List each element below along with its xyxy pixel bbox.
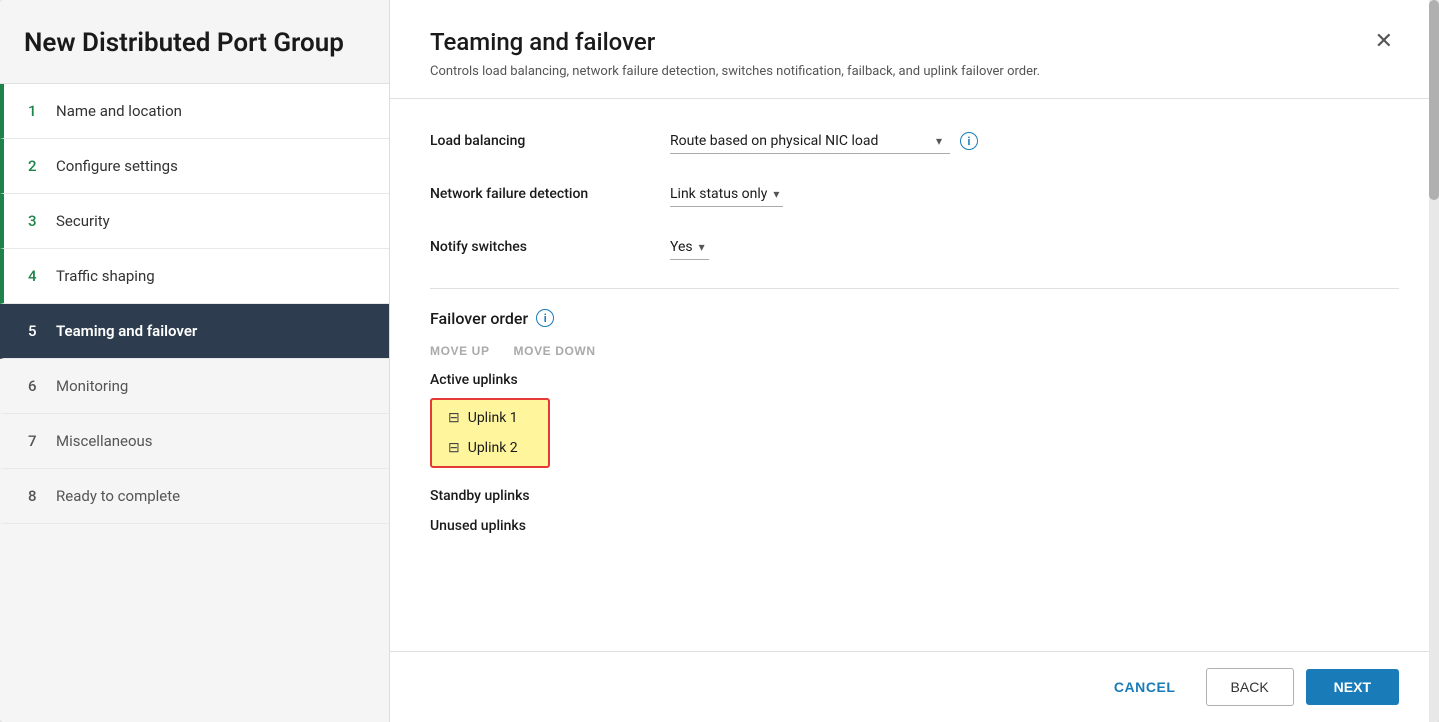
step-label-4: Traffic shaping: [56, 267, 155, 285]
dialog-container: New Distributed Port Group 1 Name and loc…: [0, 0, 1439, 722]
step-label-3: Security: [56, 212, 110, 230]
back-button[interactable]: BACK: [1206, 668, 1294, 706]
step-num-8: 8: [28, 487, 46, 505]
uplink-1-icon: ⊟: [448, 410, 460, 426]
scrollbar-track: [1429, 0, 1439, 722]
uplink-2-item[interactable]: ⊟ Uplink 2: [440, 434, 540, 462]
step-label-6: Monitoring: [56, 377, 128, 395]
uplink-1-item[interactable]: ⊟ Uplink 1: [440, 404, 540, 432]
notify-switches-label: Notify switches: [430, 239, 650, 255]
unused-uplinks-label: Unused uplinks: [430, 518, 1399, 534]
standby-uplinks-label: Standby uplinks: [430, 488, 1399, 504]
sidebar-step-3[interactable]: 3 Security: [0, 194, 389, 249]
active-uplinks-label: Active uplinks: [430, 372, 1399, 388]
load-balancing-select[interactable]: Route based on physical NIC load ▾: [670, 129, 950, 154]
sidebar-step-1[interactable]: 1 Name and location: [0, 84, 389, 139]
load-balancing-label: Load balancing: [430, 133, 650, 149]
notify-switches-row: Notify switches Yes ▾: [430, 235, 1399, 260]
step-num-1: 1: [28, 102, 46, 120]
step-label-2: Configure settings: [56, 157, 178, 175]
load-balancing-arrow: ▾: [936, 134, 942, 148]
dialog-body: New Distributed Port Group 1 Name and loc…: [0, 0, 1439, 722]
network-failure-control: Link status only ▾: [670, 182, 783, 207]
cancel-button[interactable]: CANCEL: [1096, 669, 1194, 705]
sidebar-step-6[interactable]: 6 Monitoring: [0, 359, 389, 414]
step-num-7: 7: [28, 432, 46, 450]
main-content: Teaming and failover Controls load balan…: [390, 0, 1439, 722]
failover-section-title: Failover order i: [430, 309, 1399, 328]
load-balancing-info-icon[interactable]: i: [960, 132, 978, 150]
sidebar-step-8[interactable]: 8 Ready to complete: [0, 469, 389, 524]
next-button[interactable]: NEXT: [1306, 669, 1399, 705]
network-failure-label: Network failure detection: [430, 186, 650, 202]
step-label-7: Miscellaneous: [56, 432, 153, 450]
notify-switches-value: Yes: [670, 239, 693, 255]
active-uplinks-box: ⊟ Uplink 1 ⊟ Uplink 2: [430, 398, 550, 468]
sidebar-step-5[interactable]: 5 Teaming and failover: [0, 304, 389, 359]
notify-switches-control: Yes ▾: [670, 235, 709, 260]
sidebar-step-2[interactable]: 2 Configure settings: [0, 139, 389, 194]
sidebar-step-4[interactable]: 4 Traffic shaping: [0, 249, 389, 304]
failover-actions: MOVE UP MOVE DOWN: [430, 344, 1399, 358]
form-content: Load balancing Route based on physical N…: [390, 99, 1439, 652]
uplink-2-label: Uplink 2: [468, 440, 518, 456]
failover-title-text: Failover order: [430, 309, 528, 328]
step-num-6: 6: [28, 377, 46, 395]
content-header: Teaming and failover Controls load balan…: [390, 0, 1439, 99]
header-left: Teaming and failover Controls load balan…: [430, 28, 1040, 82]
failover-info-icon[interactable]: i: [536, 309, 554, 327]
sidebar-steps: 1 Name and location 2 Configure settings 3 Se…: [0, 84, 389, 722]
close-button[interactable]: ✕: [1369, 28, 1399, 54]
load-balancing-control: Route based on physical NIC load ▾ i: [670, 129, 978, 154]
sidebar-title: New Distributed Port Group: [0, 0, 389, 84]
load-balancing-value: Route based on physical NIC load: [670, 133, 930, 149]
step-label-1: Name and location: [56, 102, 182, 120]
sidebar-step-7[interactable]: 7 Miscellaneous: [0, 414, 389, 469]
load-balancing-row: Load balancing Route based on physical N…: [430, 129, 1399, 154]
page-subtitle: Controls load balancing, network failure…: [430, 62, 1040, 82]
divider: [430, 288, 1399, 289]
step-num-4: 4: [28, 267, 46, 285]
footer: CANCEL BACK NEXT: [390, 651, 1439, 722]
step-num-2: 2: [28, 157, 46, 175]
scrollbar-thumb[interactable]: [1429, 0, 1439, 200]
step-label-5: Teaming and failover: [56, 322, 197, 340]
network-failure-value: Link status only: [670, 186, 767, 202]
step-num-5: 5: [28, 322, 46, 340]
notify-switches-select[interactable]: Yes ▾: [670, 235, 709, 260]
uplink-1-label: Uplink 1: [468, 410, 518, 426]
move-down-button[interactable]: MOVE DOWN: [514, 344, 596, 358]
network-failure-arrow: ▾: [773, 187, 779, 201]
network-failure-row: Network failure detection Link status on…: [430, 182, 1399, 207]
network-failure-select[interactable]: Link status only ▾: [670, 182, 783, 207]
sidebar: New Distributed Port Group 1 Name and loc…: [0, 0, 390, 722]
step-num-3: 3: [28, 212, 46, 230]
uplink-2-icon: ⊟: [448, 440, 460, 456]
step-label-8: Ready to complete: [56, 487, 180, 505]
move-up-button[interactable]: MOVE UP: [430, 344, 490, 358]
page-title: Teaming and failover: [430, 28, 1040, 56]
notify-switches-arrow: ▾: [699, 240, 705, 254]
